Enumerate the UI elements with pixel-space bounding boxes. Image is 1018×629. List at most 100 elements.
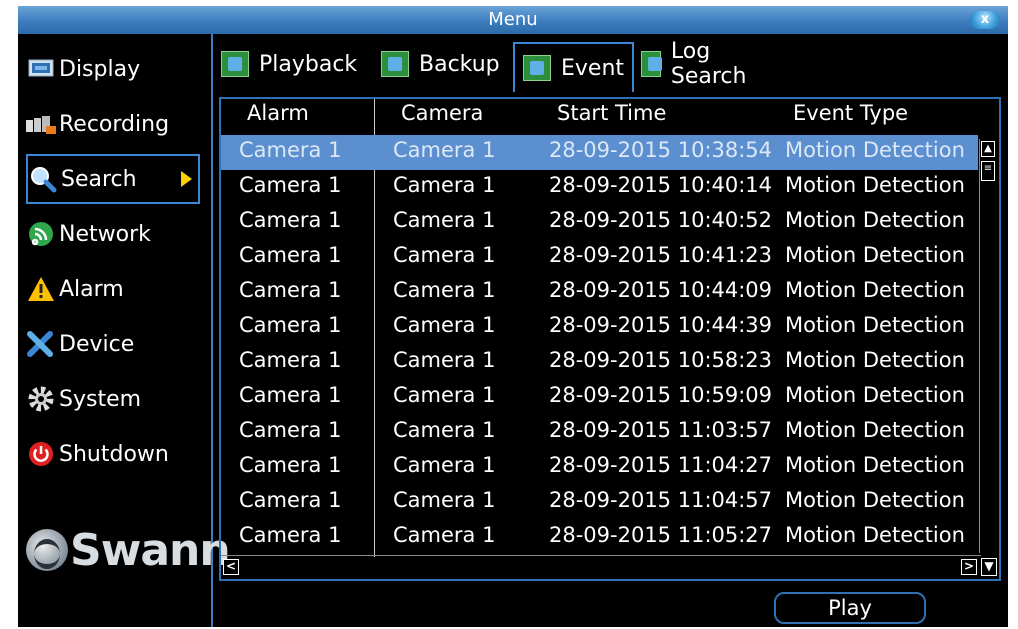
swann-logo-icon <box>26 529 68 571</box>
column-header-camera[interactable]: Camera <box>401 101 483 125</box>
scroll-left-button[interactable]: < <box>223 559 239 575</box>
column-header-event-type[interactable]: Event Type <box>793 101 908 125</box>
event-table: Alarm Camera Start Time Event Type Camer… <box>219 97 1001 581</box>
cell-alarm: Camera 1 <box>239 243 342 267</box>
cell-start-time: 28-09-2015 10:58:23 <box>549 348 773 372</box>
tab-backup[interactable]: Backup <box>381 40 500 88</box>
window-title: Menu <box>488 9 538 30</box>
cell-event-type: Motion Detection <box>785 138 965 162</box>
cell-camera: Camera 1 <box>393 488 496 512</box>
cell-alarm: Camera 1 <box>239 418 342 442</box>
sidebar: Display Recording Search Network Alarm D… <box>18 34 231 627</box>
table-row[interactable]: Camera 1 Camera 1 28-09-2015 11:03:57 Motio… <box>221 415 978 450</box>
table-row[interactable]: Camera 1 Camera 1 28-09-2015 10:40:14 Motio… <box>221 170 978 205</box>
close-button[interactable]: x <box>970 11 1000 29</box>
sidebar-item-label: Shutdown <box>59 441 169 467</box>
column-header-start-time[interactable]: Start Time <box>557 101 666 125</box>
cell-start-time: 28-09-2015 11:05:27 <box>549 523 773 547</box>
cell-camera: Camera 1 <box>393 138 496 162</box>
scroll-down-button[interactable]: ▼ <box>981 558 997 576</box>
cell-start-time: 28-09-2015 10:59:09 <box>549 383 773 407</box>
cell-alarm: Camera 1 <box>239 278 342 302</box>
cell-alarm: Camera 1 <box>239 383 342 407</box>
table-row[interactable]: Camera 1 Camera 1 28-09-2015 10:59:09 Motio… <box>221 380 978 415</box>
cell-event-type: Motion Detection <box>785 278 965 302</box>
menu-window: Menu x Display Recording Search Network … <box>18 6 1008 627</box>
sidebar-item-label: Network <box>59 221 151 247</box>
cell-event-type: Motion Detection <box>785 348 965 372</box>
cell-alarm: Camera 1 <box>239 208 342 232</box>
cell-alarm: Camera 1 <box>239 488 342 512</box>
table-row[interactable]: Camera 1 Camera 1 28-09-2015 10:58:23 Motio… <box>221 345 978 380</box>
play-button[interactable]: Play <box>774 592 926 624</box>
sidebar-item-label: Search <box>61 166 137 192</box>
sidebar-item-system[interactable]: System <box>26 374 200 424</box>
cell-start-time: 28-09-2015 10:41:23 <box>549 243 773 267</box>
cell-event-type: Motion Detection <box>785 523 965 547</box>
log-search-tab-icon <box>641 51 662 77</box>
cell-event-type: Motion Detection <box>785 383 965 407</box>
alarm-icon <box>26 274 56 304</box>
sidebar-item-display[interactable]: Display <box>26 44 200 94</box>
logo-text: Swann <box>70 524 231 576</box>
table-row[interactable]: Camera 1 Camera 1 28-09-2015 10:44:39 Motio… <box>221 310 978 345</box>
column-header-alarm[interactable]: Alarm <box>247 101 309 125</box>
sidebar-item-shutdown[interactable]: Shutdown <box>26 429 200 479</box>
cell-camera: Camera 1 <box>393 523 496 547</box>
backup-tab-icon <box>381 51 409 77</box>
sidebar-item-recording[interactable]: Recording <box>26 99 200 149</box>
table-row[interactable]: Camera 1 Camera 1 28-09-2015 11:05:27 Motio… <box>221 520 978 555</box>
sidebar-item-label: System <box>59 386 142 412</box>
cell-alarm: Camera 1 <box>239 138 342 162</box>
cell-event-type: Motion Detection <box>785 488 965 512</box>
scroll-up-button[interactable]: ▲ <box>981 141 995 157</box>
table-row[interactable]: Camera 1 Camera 1 28-09-2015 11:04:27 Motio… <box>221 450 978 485</box>
table-row[interactable]: Camera 1 Camera 1 28-09-2015 10:41:23 Motio… <box>221 240 978 275</box>
cell-start-time: 28-09-2015 10:40:14 <box>549 173 773 197</box>
active-arrow-icon <box>181 171 192 187</box>
shutdown-icon <box>26 439 56 469</box>
table-header: Alarm Camera Start Time Event Type <box>221 99 999 129</box>
cell-event-type: Motion Detection <box>785 418 965 442</box>
search-icon <box>28 164 58 194</box>
cell-start-time: 28-09-2015 11:04:27 <box>549 453 773 477</box>
sidebar-item-search[interactable]: Search <box>26 154 200 204</box>
cell-start-time: 28-09-2015 10:44:09 <box>549 278 773 302</box>
swann-logo: Swann <box>26 524 231 576</box>
cell-camera: Camera 1 <box>393 418 496 442</box>
system-icon <box>26 384 56 414</box>
scroll-right-button[interactable]: > <box>961 559 977 575</box>
display-icon <box>26 54 56 84</box>
cell-alarm: Camera 1 <box>239 313 342 337</box>
table-row[interactable]: Camera 1 Camera 1 28-09-2015 10:38:54 Motio… <box>221 135 978 170</box>
cell-event-type: Motion Detection <box>785 173 965 197</box>
table-row[interactable]: Camera 1 Camera 1 28-09-2015 11:04:57 Motio… <box>221 485 978 520</box>
cell-start-time: 28-09-2015 10:40:52 <box>549 208 773 232</box>
tab-playback[interactable]: Playback <box>221 40 357 88</box>
scroll-thumb[interactable]: ≡ <box>981 161 995 181</box>
tab-label: Backup <box>419 51 500 77</box>
tab-label: Log Search <box>670 39 747 89</box>
title-bar: Menu x <box>18 6 1008 34</box>
table-row[interactable]: Camera 1 Camera 1 28-09-2015 10:44:09 Motio… <box>221 275 978 310</box>
sidebar-item-label: Recording <box>59 111 170 137</box>
cell-alarm: Camera 1 <box>239 453 342 477</box>
network-icon <box>26 219 56 249</box>
cell-event-type: Motion Detection <box>785 243 965 267</box>
sidebar-item-alarm[interactable]: Alarm <box>26 264 200 314</box>
tab-log-search[interactable]: Log Search <box>641 39 755 89</box>
cell-alarm: Camera 1 <box>239 173 342 197</box>
sidebar-item-label: Device <box>59 331 135 357</box>
cell-camera: Camera 1 <box>393 453 496 477</box>
sidebar-item-network[interactable]: Network <box>26 209 200 259</box>
horizontal-scrollbar[interactable]: < > <box>221 555 981 578</box>
cell-alarm: Camera 1 <box>239 348 342 372</box>
table-row[interactable]: Camera 1 Camera 1 28-09-2015 10:40:52 Motio… <box>221 205 978 240</box>
vertical-scrollbar[interactable]: ▲ ≡ <box>979 139 997 553</box>
playback-tab-icon <box>221 51 249 77</box>
tab-event[interactable]: Event <box>513 42 635 92</box>
cell-start-time: 28-09-2015 11:03:57 <box>549 418 773 442</box>
cell-event-type: Motion Detection <box>785 313 965 337</box>
cell-start-time: 28-09-2015 10:38:54 <box>549 138 773 162</box>
sidebar-item-device[interactable]: Device <box>26 319 200 369</box>
